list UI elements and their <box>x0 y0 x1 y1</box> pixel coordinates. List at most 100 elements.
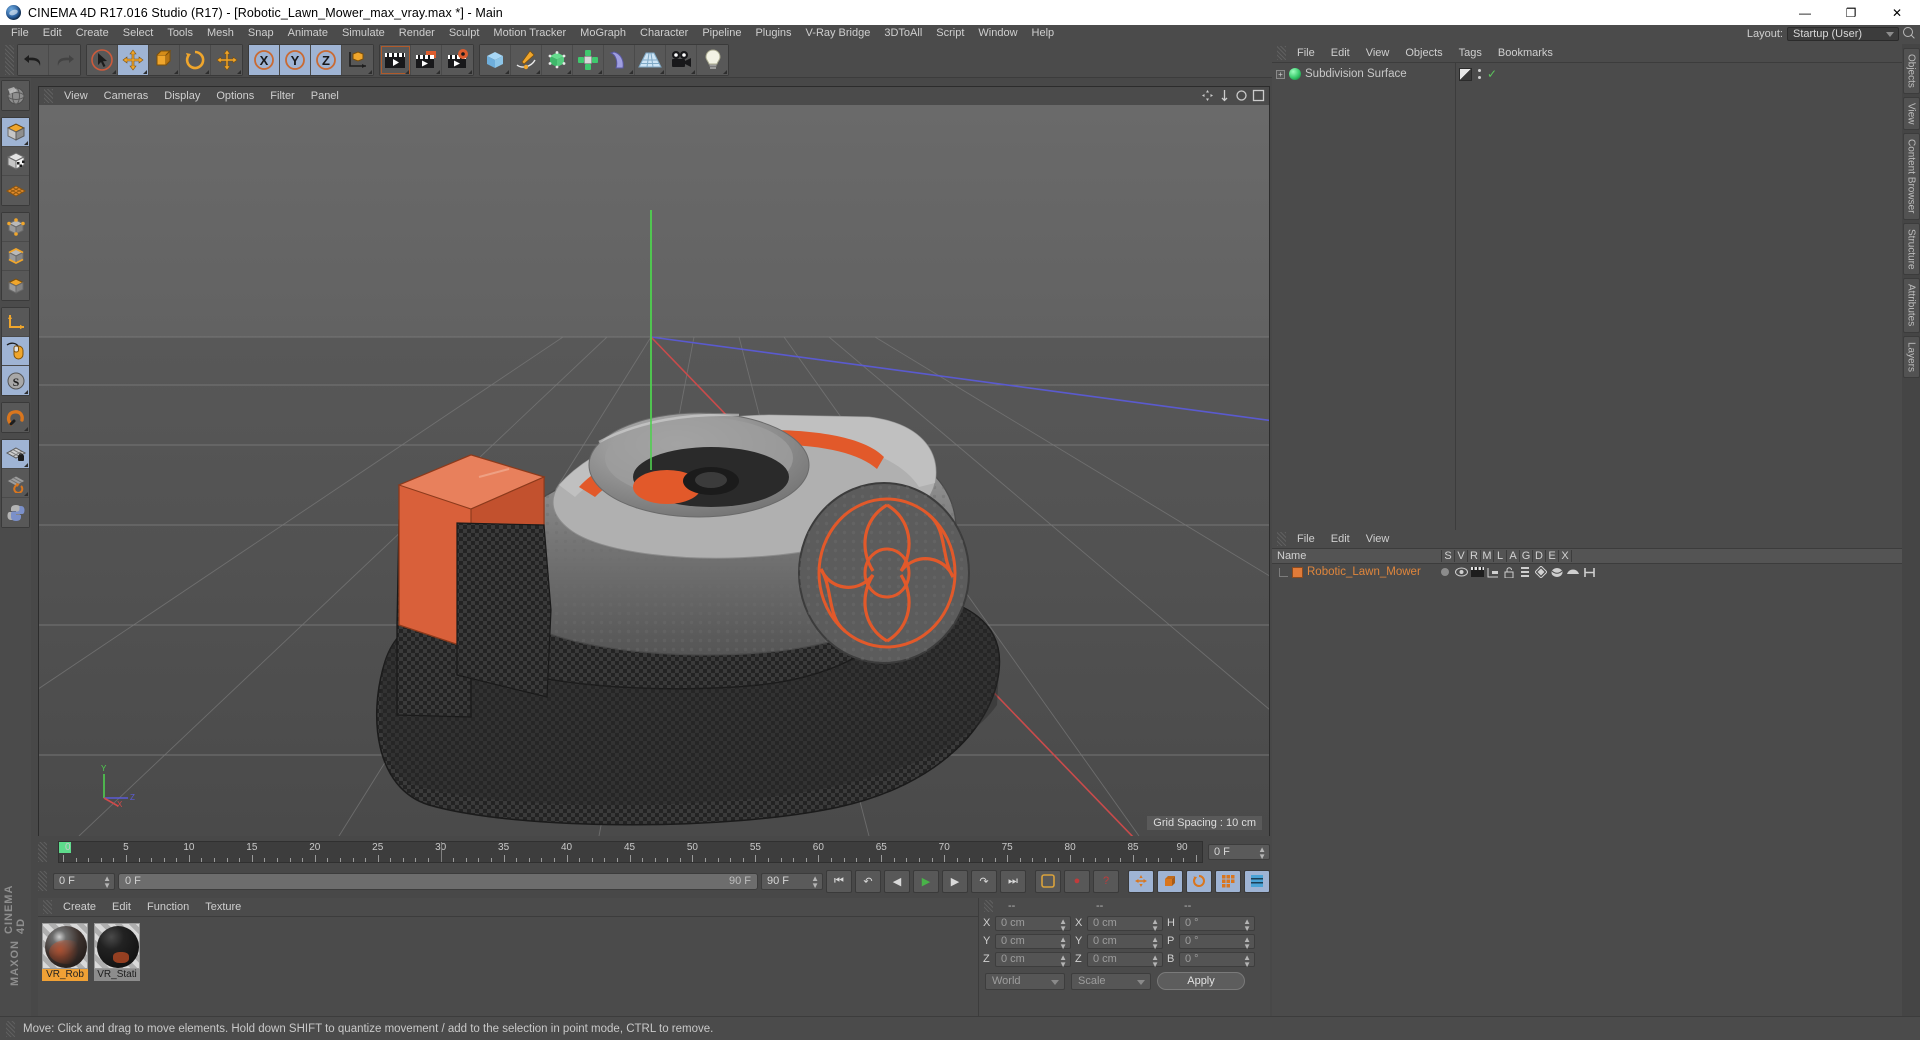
coordinate-input-position-x[interactable]: 0 cm ▲ ▼ <box>995 915 1071 932</box>
x-axis-button[interactable]: X <box>249 44 280 75</box>
structure-menu-view[interactable]: View <box>1358 531 1398 548</box>
go-to-end-button[interactable]: ⏭ <box>1000 869 1026 893</box>
coordinate-input-position-z[interactable]: 0 cm ▲ ▼ <box>995 951 1071 968</box>
add-floor-button[interactable] <box>635 44 666 75</box>
timeline-grip[interactable] <box>38 842 47 862</box>
check-icon[interactable]: ✓ <box>1487 68 1497 80</box>
edge-tab-layers[interactable]: Layers <box>1902 335 1920 378</box>
dot-icon[interactable] <box>1439 566 1452 579</box>
column-m[interactable]: M <box>1481 550 1494 562</box>
material-menu-texture[interactable]: Texture <box>197 899 249 916</box>
keyframe-help-button[interactable]: ? <box>1093 869 1119 893</box>
object-manager-menu-view[interactable]: View <box>1358 45 1398 62</box>
end-frame-field[interactable]: 90 F ▲ ▼ <box>761 872 823 890</box>
structure-menu-edit[interactable]: Edit <box>1323 531 1358 548</box>
object-manager-menu-file[interactable]: File <box>1289 45 1323 62</box>
menu-item-select[interactable]: Select <box>116 25 161 42</box>
menu-item-file[interactable]: File <box>4 25 36 42</box>
material-menu-edit[interactable]: Edit <box>104 899 139 916</box>
deformer-icon[interactable] <box>1535 566 1548 579</box>
menu-item-motion-tracker[interactable]: Motion Tracker <box>486 25 573 42</box>
minimize-button[interactable]: — <box>1782 0 1828 25</box>
phong-tag-icon[interactable] <box>1459 67 1472 81</box>
menu-item-snap[interactable]: Snap <box>241 25 281 42</box>
maximize-button[interactable]: ❐ <box>1828 0 1874 25</box>
position-key-button[interactable] <box>1128 869 1154 893</box>
timeline-ruler[interactable]: 051015202530354045505560657075808590 <box>58 841 1203 863</box>
viewport-menu-view[interactable]: View <box>56 88 96 105</box>
spinner-icon[interactable]: ▲ ▼ <box>1243 917 1251 932</box>
structure-menu-file[interactable]: File <box>1289 531 1323 548</box>
go-to-start-button[interactable]: ⏮ <box>826 869 852 893</box>
previous-key-button[interactable]: ↶ <box>855 869 881 893</box>
add-array-button[interactable] <box>573 44 604 75</box>
maximize-view-icon[interactable] <box>1252 89 1265 102</box>
menu-item-window[interactable]: Window <box>971 25 1024 42</box>
add-cube-button[interactable] <box>480 44 511 75</box>
edge-tab-objects[interactable]: Objects <box>1902 48 1920 94</box>
viewport-grip[interactable] <box>44 89 53 103</box>
table-row[interactable]: Robotic_Lawn_Mower <box>1272 564 1902 580</box>
add-light-button[interactable] <box>697 44 728 75</box>
spinner-icon[interactable]: ▲ ▼ <box>1258 846 1266 861</box>
menu-item-create[interactable]: Create <box>69 25 116 42</box>
menu-item-edit[interactable]: Edit <box>36 25 69 42</box>
model-mode-button[interactable] <box>2 118 29 147</box>
s-circle-button[interactable]: S <box>2 366 29 395</box>
scale-key-button[interactable] <box>1157 869 1183 893</box>
menu-item-animate[interactable]: Animate <box>281 25 335 42</box>
uv-tag-icon[interactable] <box>1551 566 1564 579</box>
viewport-menu-panel[interactable]: Panel <box>303 88 347 105</box>
apply-button[interactable]: Apply <box>1157 972 1245 990</box>
world-coordinate-button[interactable] <box>342 44 373 75</box>
edge-tab-structure[interactable]: Structure <box>1902 222 1920 276</box>
transport-grip[interactable] <box>38 871 47 891</box>
add-spline-button[interactable] <box>511 44 542 75</box>
coordinate-input-size-x[interactable]: 0 cm ▲ ▼ <box>1087 915 1163 932</box>
workplane-lock-button[interactable] <box>2 440 29 469</box>
menu-item-v-ray-bridge[interactable]: V-Ray Bridge <box>799 25 878 42</box>
play-button[interactable]: ▶ <box>913 869 939 893</box>
expand-icon[interactable]: + <box>1276 69 1285 79</box>
spinner-icon[interactable]: ▲ ▼ <box>1243 935 1251 950</box>
move-alt-button[interactable] <box>211 44 242 75</box>
toolbar-grip[interactable] <box>5 44 14 75</box>
rotate-tool-button[interactable] <box>180 44 211 75</box>
material-menu-function[interactable]: Function <box>139 899 197 916</box>
phong-tag2-icon[interactable] <box>1567 566 1580 579</box>
menu-item-character[interactable]: Character <box>633 25 695 42</box>
lock-open-icon[interactable] <box>1503 566 1516 579</box>
edges-mode-button[interactable] <box>2 242 29 271</box>
column-a[interactable]: A <box>1507 550 1520 562</box>
object-manager-menu-bookmarks[interactable]: Bookmarks <box>1490 45 1561 62</box>
python-button[interactable] <box>2 498 29 527</box>
material-grip[interactable] <box>43 900 52 914</box>
object-row-subdivision-surface[interactable]: + Subdivision Surface <box>1272 66 1455 82</box>
column-l[interactable]: L <box>1494 550 1507 562</box>
structure-grip[interactable] <box>1277 532 1286 546</box>
coordinate-space-select[interactable]: World <box>985 972 1065 990</box>
spinner-icon[interactable]: ▲ ▼ <box>1059 953 1067 968</box>
column-s[interactable]: S <box>1442 550 1455 562</box>
viewport-menu-filter[interactable]: Filter <box>262 88 302 105</box>
frame-range-slider[interactable]: 0 F 90 F <box>118 872 758 890</box>
viewport-canvas[interactable]: Perspective <box>39 105 1269 836</box>
point-level-anim-button[interactable] <box>1244 869 1270 893</box>
menu-item-render[interactable]: Render <box>392 25 442 42</box>
menu-item-plugins[interactable]: Plugins <box>748 25 798 42</box>
menu-item-3dtoall[interactable]: 3DToAll <box>877 25 929 42</box>
object-manager-menu-tags[interactable]: Tags <box>1451 45 1490 62</box>
material-tag-icon[interactable] <box>1487 566 1500 579</box>
object-manager-menu-objects[interactable]: Objects <box>1397 45 1450 62</box>
edge-tab-attributes[interactable]: Attributes <box>1902 278 1920 333</box>
spinner-icon[interactable]: ▲ ▼ <box>1151 935 1159 950</box>
points-mode-button[interactable] <box>2 213 29 242</box>
spinner-icon[interactable]: ▲ ▼ <box>1151 953 1159 968</box>
material-item[interactable]: VR_Stati <box>94 923 140 981</box>
edge-tab-content-browser[interactable]: Content Browser <box>1902 133 1920 220</box>
menu-item-sculpt[interactable]: Sculpt <box>442 25 487 42</box>
polygons-mode-button[interactable] <box>2 271 29 300</box>
workplane-rotate-button[interactable] <box>2 469 29 498</box>
material-menu-create[interactable]: Create <box>55 899 104 916</box>
step-back-button[interactable]: ◀ <box>884 869 910 893</box>
